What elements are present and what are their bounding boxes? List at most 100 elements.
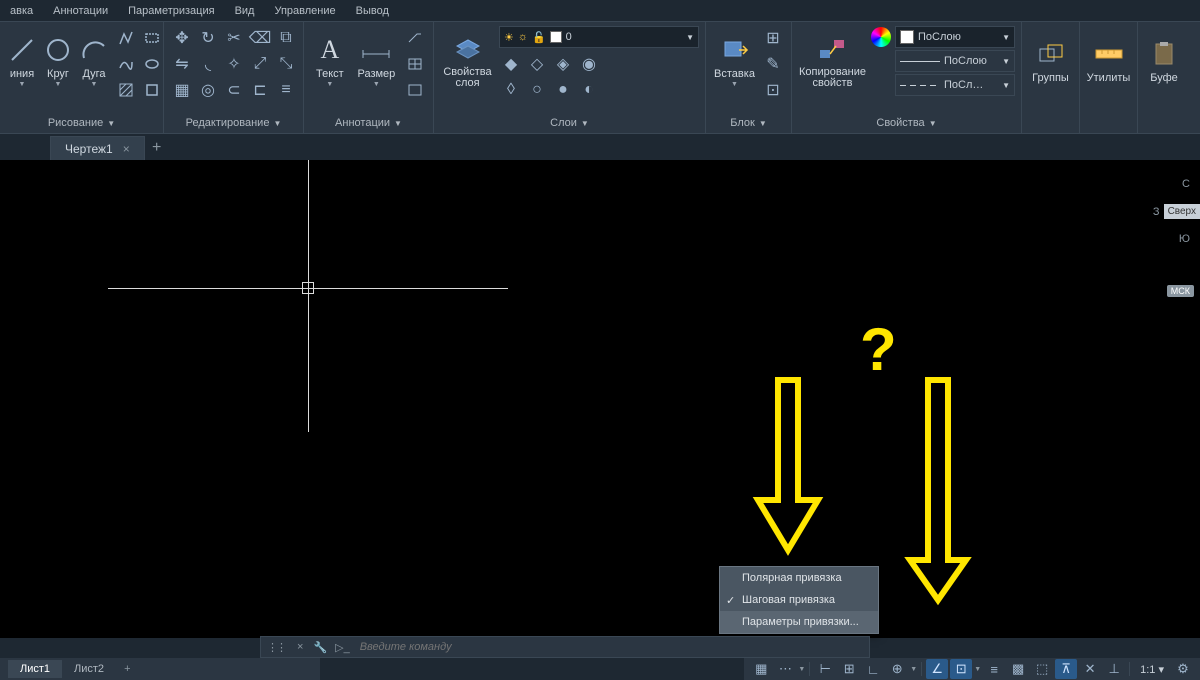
hatch-icon[interactable]: [114, 78, 138, 102]
panel-label: Слои▼: [440, 113, 699, 133]
group-icon: [1035, 38, 1067, 70]
layer-tool-icon[interactable]: ◊: [499, 78, 523, 102]
color-selector[interactable]: ПоСлою ▼: [895, 26, 1015, 48]
groups-button[interactable]: Группы: [1028, 26, 1073, 96]
dynamic-input-icon[interactable]: ⊞: [838, 659, 860, 679]
move-icon[interactable]: ✥: [170, 26, 194, 50]
menu-item[interactable]: Аннотации: [53, 5, 108, 17]
label: Свойства слоя: [443, 67, 491, 89]
utils-button[interactable]: Утилиты: [1086, 26, 1131, 96]
menu-item[interactable]: Параметризация: [128, 5, 214, 17]
layer-tool-icon[interactable]: ◐: [577, 78, 601, 102]
isometric-icon[interactable]: ∠: [926, 659, 948, 679]
rotate-icon[interactable]: ↻: [196, 26, 220, 50]
wrench-icon[interactable]: 🔧: [309, 641, 331, 654]
join-icon[interactable]: ⊂: [222, 78, 246, 102]
menu-item-grid-snap[interactable]: Шаговая привязка: [720, 589, 878, 611]
rect-icon[interactable]: [140, 26, 164, 50]
selection-cycling-icon[interactable]: ⬚: [1031, 659, 1053, 679]
transparency-icon[interactable]: ▩: [1007, 659, 1029, 679]
command-line[interactable]: ⋮⋮ × 🔧 ▷_: [260, 636, 870, 658]
grid-display-icon[interactable]: ▦: [750, 659, 772, 679]
layer-tool-icon[interactable]: ●: [551, 78, 575, 102]
viewcube[interactable]: С З Сверх Ю МСК: [1153, 178, 1200, 297]
viewcube-face[interactable]: Сверх: [1164, 204, 1200, 219]
sheet-tabs: Лист1 Лист2 +: [0, 658, 320, 680]
cloud-icon[interactable]: [403, 78, 427, 102]
block-create-icon[interactable]: ⊞: [761, 26, 785, 50]
arc-button[interactable]: Дуга▼: [78, 26, 110, 96]
menu-item[interactable]: Управление: [274, 5, 335, 17]
text-button[interactable]: A Текст▼: [310, 26, 350, 96]
snap-mode-icon[interactable]: ⋯: [774, 659, 796, 679]
close-icon[interactable]: ×: [123, 142, 130, 156]
drawing-canvas[interactable]: С З Сверх Ю МСК ?: [0, 160, 1200, 638]
erase-icon[interactable]: ⌫: [248, 26, 272, 50]
match-props-button[interactable]: Копирование свойств: [798, 26, 867, 96]
layer-tool-icon[interactable]: ◈: [551, 52, 575, 76]
close-icon[interactable]: ×: [291, 641, 309, 653]
sheet-tab[interactable]: Лист1: [8, 660, 62, 678]
lineweight-icon[interactable]: ≡: [983, 659, 1005, 679]
circle-button[interactable]: Круг▼: [42, 26, 74, 96]
menu-item[interactable]: авка: [10, 5, 33, 17]
table-icon[interactable]: [403, 52, 427, 76]
object-snap-tracking-icon[interactable]: ⊡: [950, 659, 972, 679]
line-button[interactable]: иния▼: [6, 26, 38, 96]
polyline-icon[interactable]: [114, 26, 138, 50]
clipboard-button[interactable]: Буфе: [1144, 26, 1184, 96]
menu-item[interactable]: Вид: [235, 5, 255, 17]
menu-item[interactable]: Вывод: [356, 5, 389, 17]
line-icon: [6, 34, 38, 66]
scale-icon[interactable]: ⤡: [274, 52, 298, 76]
copy-icon[interactable]: ⧉: [274, 26, 298, 50]
ucs-badge[interactable]: МСК: [1167, 285, 1194, 297]
ellipse-icon[interactable]: [140, 52, 164, 76]
spline-icon[interactable]: [114, 52, 138, 76]
point-icon[interactable]: [140, 78, 164, 102]
align-icon[interactable]: ≡: [274, 78, 298, 102]
command-input[interactable]: [354, 641, 869, 653]
annotation-scale[interactable]: 1:1 ▾: [1134, 663, 1170, 676]
grip-icon[interactable]: ⋮⋮: [261, 641, 291, 654]
block-edit-icon[interactable]: ✎: [761, 52, 785, 76]
menu-item-polar-snap[interactable]: Полярная привязка: [720, 567, 878, 589]
explode-icon[interactable]: ✧: [222, 52, 246, 76]
ortho-mode-icon[interactable]: ∟: [862, 659, 884, 679]
array-icon[interactable]: ▦: [170, 78, 194, 102]
block-attr-icon[interactable]: ⊡: [761, 78, 785, 102]
fillet-icon[interactable]: ◟: [196, 52, 220, 76]
break-icon[interactable]: ⊏: [248, 78, 272, 102]
layer-tool-icon[interactable]: ◇: [525, 52, 549, 76]
dimension-button[interactable]: Размер▼: [354, 26, 399, 96]
layer-selector[interactable]: ☀ ☼ 🔓 0 ▼: [499, 26, 699, 48]
mirror-icon[interactable]: ⇋: [170, 52, 194, 76]
lineweight-selector[interactable]: ПоСлою ▼: [895, 50, 1015, 72]
dyn-ucs-icon[interactable]: ⊥: [1103, 659, 1125, 679]
infer-constraints-icon[interactable]: ⊢: [814, 659, 836, 679]
leader-icon[interactable]: [403, 26, 427, 50]
insert-button[interactable]: Вставка▼: [712, 26, 757, 96]
layer-tool-icon[interactable]: ◆: [499, 52, 523, 76]
sheet-tab[interactable]: Лист2: [62, 660, 116, 678]
doc-tab[interactable]: Чертеж1 ×: [50, 136, 145, 160]
trim-icon[interactable]: ✂: [222, 26, 246, 50]
sun-icon: ☼: [518, 31, 528, 43]
polar-tracking-icon[interactable]: ⊕: [886, 659, 908, 679]
offset-icon[interactable]: ◎: [196, 78, 220, 102]
layer-tool-icon[interactable]: ○: [525, 78, 549, 102]
linetype-icon: [900, 85, 940, 86]
colorwheel-icon[interactable]: [871, 27, 891, 47]
add-sheet-button[interactable]: +: [116, 660, 138, 678]
color-swatch: [550, 31, 562, 43]
linetype-selector[interactable]: ПоСл… ▼: [895, 74, 1015, 96]
workspace-icon[interactable]: ⚙: [1172, 659, 1194, 679]
color-swatch: [900, 30, 914, 44]
layer-tool-icon[interactable]: ◉: [577, 52, 601, 76]
layer-props-button[interactable]: Свойства слоя: [440, 26, 495, 96]
osnap-icon[interactable]: ⊼: [1055, 659, 1077, 679]
add-tab-button[interactable]: +: [145, 136, 169, 160]
stretch-icon[interactable]: ⤢: [248, 52, 272, 76]
menu-item-snap-settings[interactable]: Параметры привязки...: [720, 611, 878, 633]
3d-osnap-icon[interactable]: ✕: [1079, 659, 1101, 679]
